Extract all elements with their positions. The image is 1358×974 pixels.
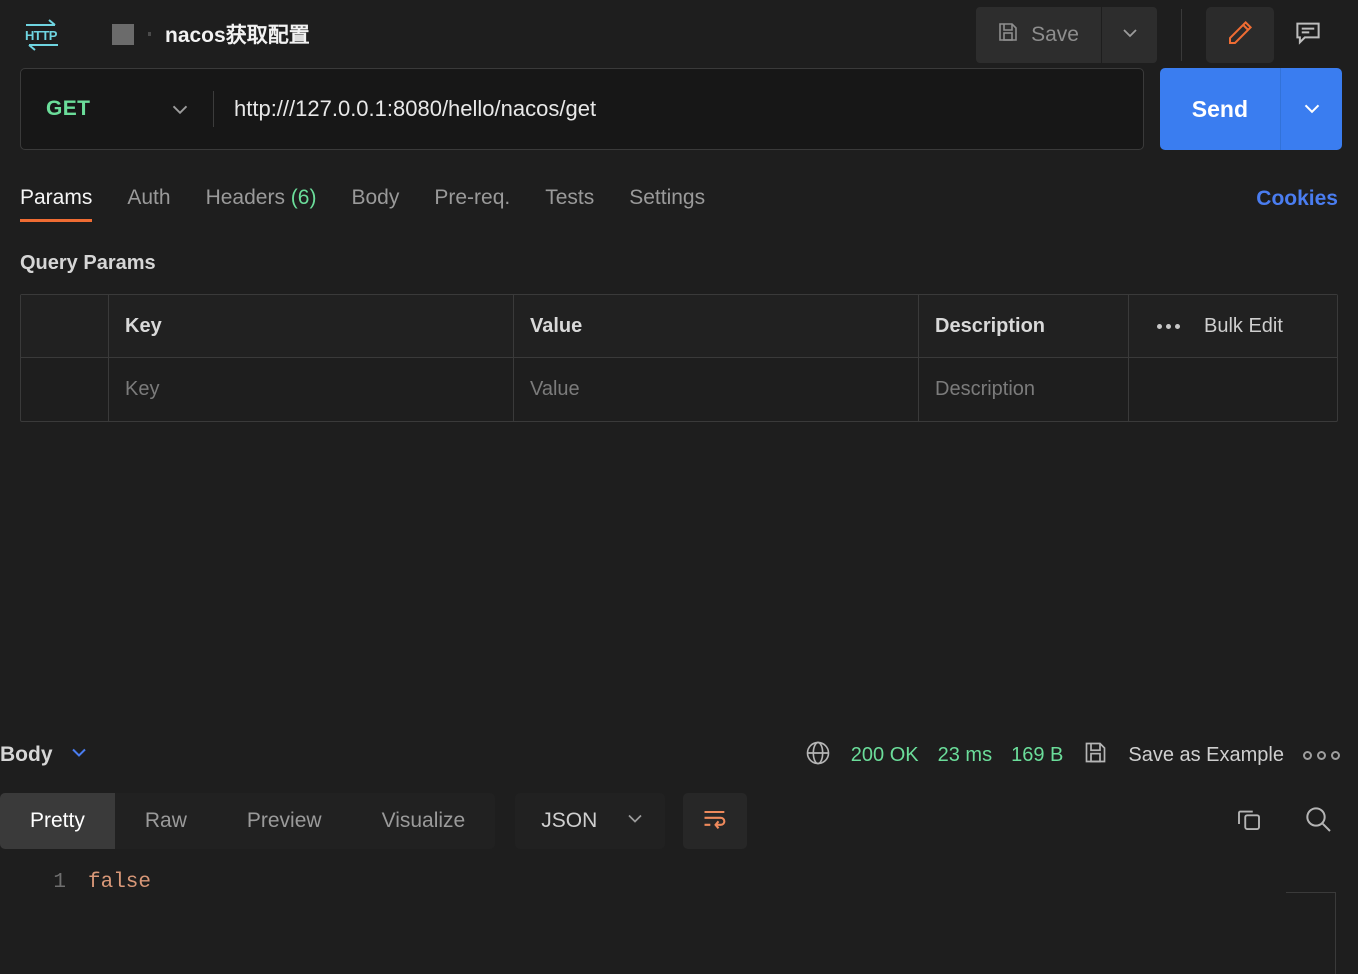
column-header-description: Description xyxy=(919,295,1129,357)
chevron-down-icon xyxy=(67,740,91,770)
tab-label: Pre-req. xyxy=(434,186,511,209)
headers-count-badge: (6) xyxy=(290,186,317,209)
table-header-row: Key Value Description Bulk Edit xyxy=(21,295,1337,358)
query-params-table: Key Value Description Bulk Edit Key Valu… xyxy=(20,294,1338,422)
response-body-label: Body xyxy=(0,743,53,766)
tab-tests[interactable]: Tests xyxy=(545,186,594,222)
tab-raw[interactable]: Raw xyxy=(115,793,217,849)
save-button-group: Save xyxy=(976,6,1157,63)
param-key-input[interactable]: Key xyxy=(109,358,514,421)
param-value-input[interactable]: Value xyxy=(514,358,919,421)
pencil-icon xyxy=(1225,18,1255,51)
tab-params[interactable]: Params xyxy=(20,186,93,222)
save-button-label: Save xyxy=(1031,22,1079,46)
url-input[interactable]: http:///127.0.0.1:8080/hello/nacos/get xyxy=(214,96,1143,122)
column-header-value: Value xyxy=(514,295,919,357)
tab-settings[interactable]: Settings xyxy=(629,186,705,222)
response-size: 169 B xyxy=(1011,743,1064,766)
cookies-link[interactable]: Cookies xyxy=(1256,187,1338,211)
floppy-disk-icon xyxy=(996,20,1020,50)
globe-icon[interactable] xyxy=(804,739,832,772)
edit-request-button[interactable] xyxy=(1206,6,1274,63)
row-actions-cell xyxy=(1129,358,1337,421)
save-options-button[interactable] xyxy=(1101,6,1157,63)
copy-icon[interactable] xyxy=(1234,804,1264,839)
save-button[interactable]: Save xyxy=(976,6,1101,63)
tab-pretty[interactable]: Pretty xyxy=(0,793,115,849)
response-panel: Body 200 OK 23 ms 169 B Save as Example … xyxy=(0,722,1358,974)
send-options-button[interactable] xyxy=(1280,68,1342,150)
comments-button[interactable] xyxy=(1274,7,1342,63)
comment-icon xyxy=(1293,18,1323,51)
unsaved-indicator-dot xyxy=(148,32,151,36)
response-body-toggle[interactable]: Body xyxy=(0,740,91,770)
toolbar-divider xyxy=(1181,8,1182,61)
response-header: Body 200 OK 23 ms 169 B Save as Example xyxy=(0,722,1358,788)
response-scroll-cap xyxy=(1286,892,1336,893)
tab-headers[interactable]: Headers (6) xyxy=(206,186,317,222)
param-description-input[interactable]: Description xyxy=(919,358,1129,421)
chevron-down-icon xyxy=(167,96,201,122)
word-wrap-icon xyxy=(701,805,729,838)
code-content: false xyxy=(88,871,152,894)
bulk-edit-button[interactable]: Bulk Edit xyxy=(1204,315,1283,338)
page-title: nacos获取配置 xyxy=(165,24,310,47)
table-actions-cell: Bulk Edit xyxy=(1129,295,1337,357)
save-as-example-button[interactable]: Save as Example xyxy=(1128,744,1284,767)
url-bar-row: GET http:///127.0.0.1:8080/hello/nacos/g… xyxy=(20,68,1342,150)
tab-label: Body xyxy=(351,186,400,209)
request-topbar: HTTP nacos获取配置 Save xyxy=(0,0,1358,68)
tab-label: Settings xyxy=(629,186,706,209)
response-status: 200 OK xyxy=(850,743,919,766)
send-button[interactable]: Send xyxy=(1159,68,1280,150)
line-number: 1 xyxy=(53,871,66,894)
floppy-disk-icon xyxy=(1082,739,1109,771)
response-format-select[interactable]: JSON xyxy=(515,793,666,849)
method-label: GET xyxy=(46,97,91,120)
response-view-tabs: Pretty Raw Preview Visualize JSON xyxy=(0,788,1358,854)
http-protocol-icon: HTTP xyxy=(22,17,62,51)
tab-label: Params xyxy=(20,186,93,209)
more-options-icon[interactable] xyxy=(1157,323,1180,329)
code-line: 1 false xyxy=(0,868,1358,898)
chevron-down-icon xyxy=(623,806,647,836)
send-button-group: Send xyxy=(1159,68,1342,150)
response-time: 23 ms xyxy=(937,743,993,766)
response-format-label: JSON xyxy=(541,809,598,832)
word-wrap-button[interactable] xyxy=(683,793,748,849)
table-row: Key Value Description xyxy=(21,358,1337,421)
request-tabs: Params Auth Headers (6) Body Pre-req. Te… xyxy=(20,174,1338,222)
response-view-segmented-control: Pretty Raw Preview Visualize xyxy=(0,793,496,849)
search-icon[interactable] xyxy=(1302,803,1334,840)
row-checkbox-cell[interactable] xyxy=(21,358,109,421)
query-params-title: Query Params xyxy=(20,252,156,274)
tab-label: Headers xyxy=(205,186,285,209)
svg-text:HTTP: HTTP xyxy=(25,28,58,43)
tab-body[interactable]: Body xyxy=(351,186,399,222)
tab-auth[interactable]: Auth xyxy=(127,186,170,222)
topbar-actions: Save xyxy=(976,6,1342,63)
tab-pre-request[interactable]: Pre-req. xyxy=(434,186,510,222)
tab-label: Tests xyxy=(545,186,595,209)
response-scrollbar[interactable] xyxy=(1335,892,1336,974)
request-thumbnail-placeholder xyxy=(112,23,134,45)
tab-label: Auth xyxy=(127,186,171,209)
column-header-key: Key xyxy=(109,295,514,357)
response-more-options-icon[interactable] xyxy=(1303,750,1340,760)
chevron-down-icon xyxy=(1299,95,1325,124)
response-tools xyxy=(1234,788,1334,854)
tab-preview[interactable]: Preview xyxy=(217,793,352,849)
chevron-down-icon xyxy=(1118,21,1142,48)
tab-visualize[interactable]: Visualize xyxy=(352,793,496,849)
response-body-code[interactable]: 1 false xyxy=(0,854,1358,974)
url-input-container: GET http:///127.0.0.1:8080/hello/nacos/g… xyxy=(20,68,1144,150)
response-meta: 200 OK 23 ms 169 B Save as Example xyxy=(804,722,1340,788)
method-selector[interactable]: GET xyxy=(21,96,213,122)
select-all-cell[interactable] xyxy=(21,295,109,357)
